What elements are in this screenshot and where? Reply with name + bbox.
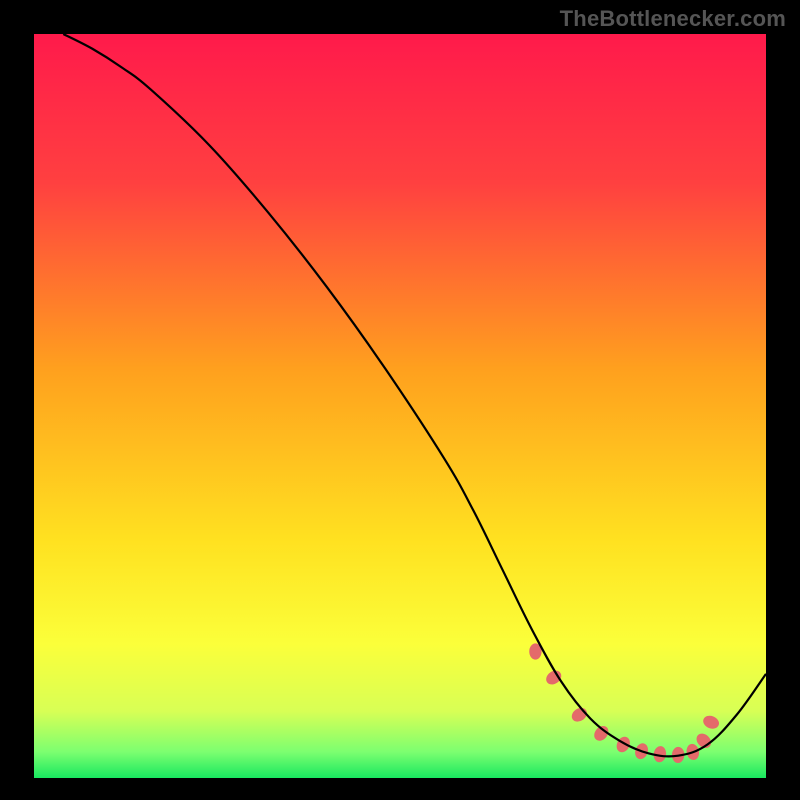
chart-container: TheBottlenecker.com [0, 0, 800, 800]
watermark-label: TheBottlenecker.com [560, 6, 786, 32]
chart-svg [34, 34, 766, 778]
gradient-background [34, 34, 766, 778]
plot-area [34, 34, 766, 778]
